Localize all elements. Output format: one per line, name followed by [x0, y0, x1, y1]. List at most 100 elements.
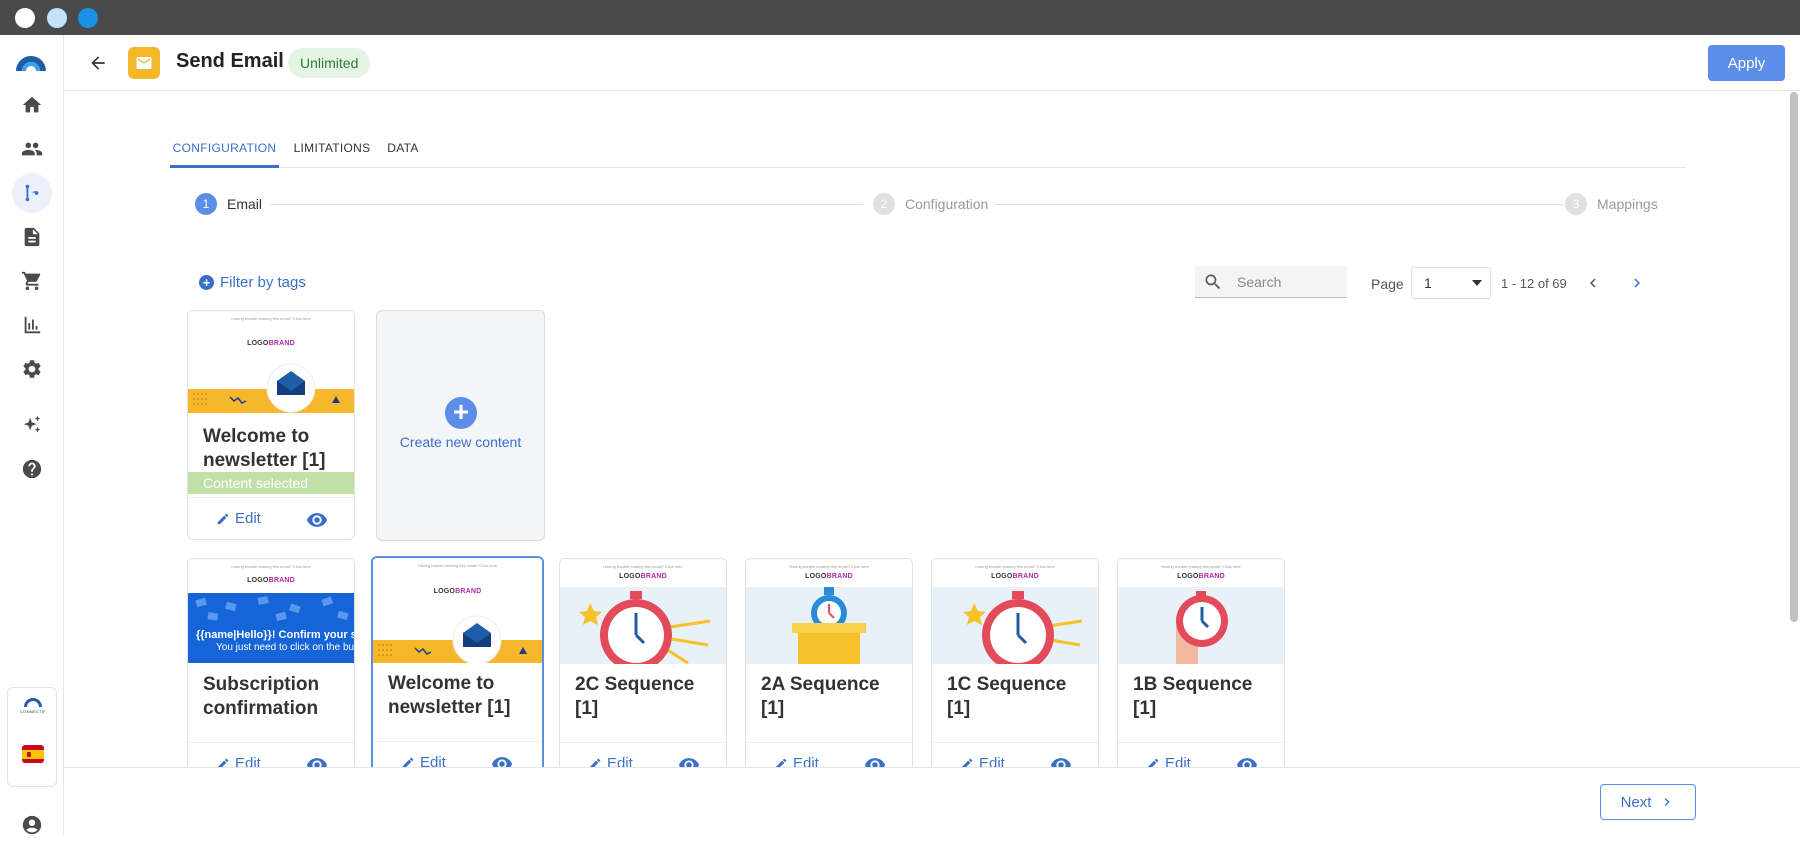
apply-button[interactable]: Apply	[1708, 45, 1785, 81]
filter-by-tags-button[interactable]: + Filter by tags	[199, 274, 306, 291]
preview-button[interactable]	[306, 754, 328, 767]
sparkles-icon	[23, 415, 41, 433]
window-maximize-control[interactable]	[78, 8, 98, 28]
page-select-value: 1	[1424, 275, 1432, 291]
eye-icon	[1236, 758, 1258, 767]
newsletter-banner-image	[188, 363, 354, 413]
nav-store[interactable]	[12, 261, 52, 301]
nav-home[interactable]	[12, 85, 52, 125]
content-card[interactable]: Having trouble reading this email? Click…	[931, 558, 1099, 767]
card-title: 1C Sequence [1]	[947, 674, 1067, 719]
content-card[interactable]: Having trouble reading this email? Click…	[1117, 558, 1285, 767]
tab-configuration[interactable]: CONFIGURATION	[170, 130, 279, 168]
nav-contacts[interactable]	[12, 129, 52, 169]
pencil-icon	[775, 758, 787, 767]
step-number: 3	[1565, 193, 1587, 215]
bar-chart-icon	[24, 316, 41, 334]
card-thumbnail: Having trouble reading this email? Click…	[746, 559, 912, 664]
add-icon: +	[445, 397, 477, 429]
step-label: Mappings	[1597, 196, 1658, 212]
content-card[interactable]: Having trouble reading this email? Click…	[745, 558, 913, 767]
create-new-content-card[interactable]: + Create new content	[376, 310, 545, 541]
vertical-scrollbar[interactable]	[1790, 92, 1798, 622]
step-mappings[interactable]: 3 Mappings	[1565, 192, 1658, 216]
thumb-logo: LOGOBRAND	[247, 340, 295, 347]
search-input[interactable]	[1237, 266, 1342, 298]
status-badge: Unlimited	[288, 48, 371, 78]
pencil-icon	[1147, 758, 1159, 767]
step-number: 2	[873, 193, 895, 215]
search-field	[1195, 266, 1347, 298]
preview-button[interactable]	[306, 509, 328, 531]
brand-mini-logo[interactable]: CONNECTIF	[18, 698, 48, 714]
app-logo-icon[interactable]	[14, 51, 48, 73]
card-actions: Edit	[746, 742, 912, 767]
content-selected-band: Content selected	[188, 472, 354, 494]
eye-icon	[306, 758, 328, 767]
card-thumbnail: Having trouble reading this email? Click…	[373, 558, 542, 663]
help-icon	[22, 459, 42, 479]
nav-user-profile[interactable]	[12, 805, 52, 845]
preview-button[interactable]	[1050, 754, 1072, 767]
next-button[interactable]: Next	[1600, 784, 1696, 820]
card-thumbnail: Having trouble reading this email? Click…	[1118, 559, 1284, 664]
nav-settings[interactable]	[12, 349, 52, 389]
confirmation-banner-image: {{name|Hello}}! Confirm your subscr You …	[188, 593, 354, 663]
nav-analytics[interactable]	[12, 305, 52, 345]
tab-limitations[interactable]: LIMITATIONS	[284, 130, 380, 166]
edit-button[interactable]: Edit	[588, 755, 633, 767]
people-icon	[21, 142, 43, 156]
chevron-right-icon	[1634, 278, 1640, 288]
edit-button[interactable]: Edit	[1146, 755, 1191, 767]
stopwatch-image	[963, 591, 1083, 664]
chevron-left-icon	[1590, 278, 1596, 288]
step-email[interactable]: 1 Email	[195, 192, 262, 216]
window-close-control[interactable]	[15, 8, 35, 28]
page-select[interactable]: 1	[1411, 267, 1491, 299]
content-card[interactable]: Having trouble reading this email? Click…	[187, 310, 355, 540]
nav-ai-assistant[interactable]	[12, 405, 52, 445]
edit-button[interactable]: Edit	[216, 755, 261, 767]
pagination-range: 1 - 12 of 69	[1501, 276, 1567, 291]
preview-button[interactable]	[1236, 754, 1258, 767]
step-connector	[270, 204, 863, 205]
card-thumbnail: Having trouble reading this email? Click…	[932, 559, 1098, 664]
newsletter-banner-image	[373, 615, 542, 663]
content-card[interactable]: Having trouble reading this email? Click…	[559, 558, 727, 767]
preview-button[interactable]	[864, 754, 886, 767]
step-configuration[interactable]: 2 Configuration	[873, 192, 988, 216]
edit-button[interactable]: Edit	[401, 754, 446, 767]
content-card[interactable]: Having trouble reading this email? Click…	[187, 558, 355, 767]
page-header: Send Email Unlimited Apply	[64, 35, 1800, 91]
add-circle-icon: +	[199, 275, 214, 290]
brand-mini-label: CONNECTIF	[19, 709, 47, 714]
home-icon	[22, 96, 42, 113]
spain-flag-icon[interactable]	[22, 745, 44, 763]
dropdown-caret-icon	[1472, 280, 1482, 286]
eye-icon	[678, 758, 700, 767]
card-title: Subscription confirmation	[203, 674, 320, 719]
search-icon	[1205, 274, 1221, 290]
preview-button[interactable]	[491, 753, 513, 767]
next-label: Next	[1620, 793, 1652, 811]
content-card-highlighted[interactable]: Having trouble reading this email? Click…	[371, 556, 544, 767]
pencil-icon	[589, 758, 601, 767]
window-minimize-control[interactable]	[47, 8, 67, 28]
card-actions: Edit	[560, 742, 726, 767]
tab-data[interactable]: DATA	[378, 130, 428, 166]
nav-workflows[interactable]	[12, 173, 52, 213]
card-actions: Edit	[373, 741, 542, 767]
next-page-button[interactable]	[1624, 270, 1650, 296]
edit-button[interactable]: Edit	[960, 755, 1005, 767]
nav-help[interactable]	[12, 449, 52, 489]
edit-button[interactable]: Edit	[216, 510, 261, 527]
previous-page-button[interactable]	[1580, 270, 1606, 296]
edit-button[interactable]: Edit	[774, 755, 819, 767]
preview-button[interactable]	[678, 754, 700, 767]
nav-contents[interactable]	[12, 217, 52, 257]
back-button[interactable]	[82, 47, 114, 79]
stopwatch-image	[579, 591, 711, 664]
pencil-icon	[217, 513, 229, 524]
pencil-icon	[961, 758, 973, 767]
page-title: Send Email	[176, 50, 284, 72]
